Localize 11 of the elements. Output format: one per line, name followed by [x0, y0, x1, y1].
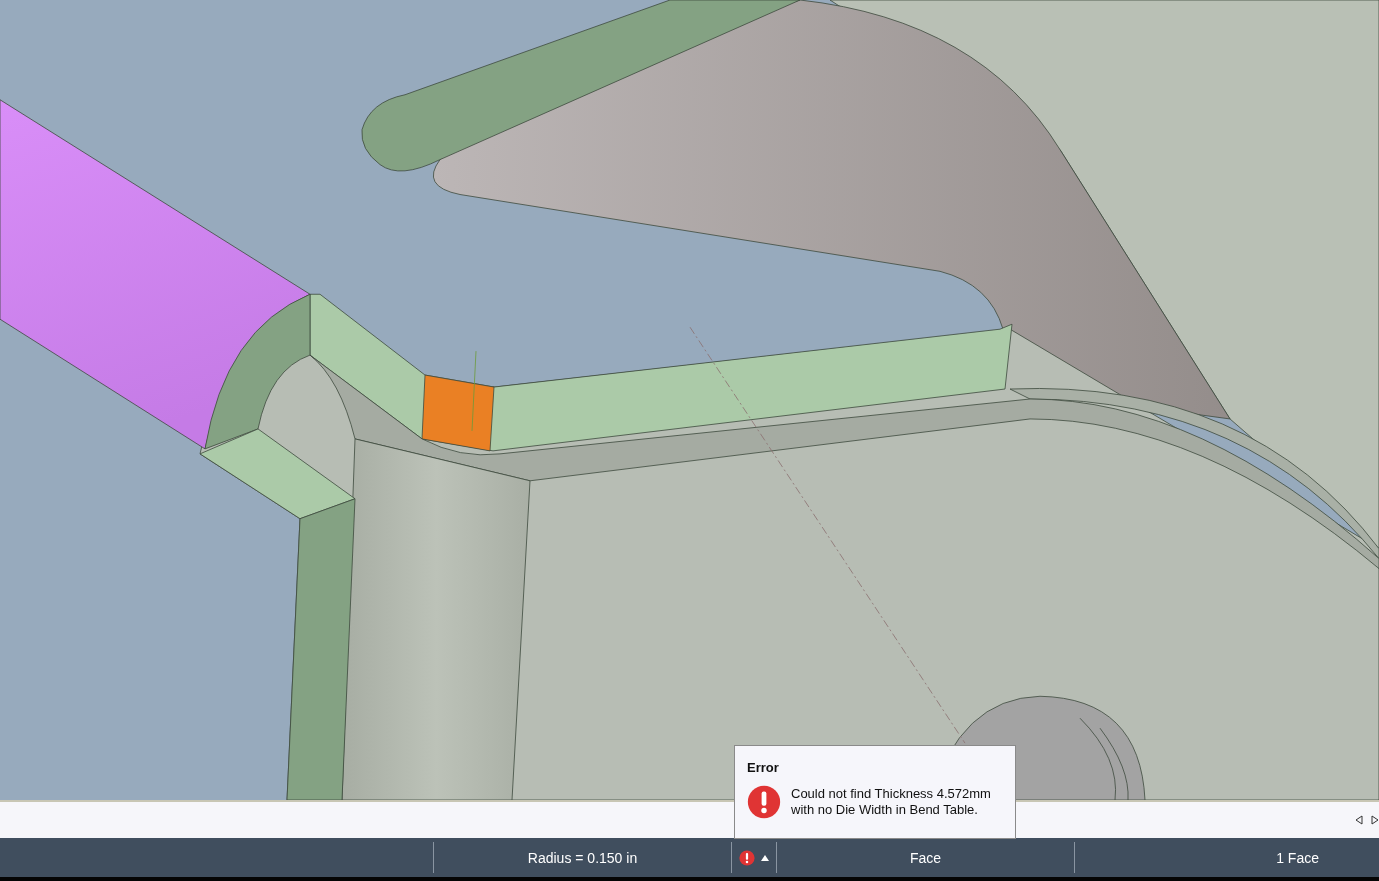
error-icon	[739, 849, 755, 866]
selected-bend-face[interactable]	[421, 374, 495, 452]
status-text: Face	[909, 849, 942, 866]
selection-count: 1 Face	[1276, 849, 1319, 866]
scroll-right-icon[interactable]	[1371, 815, 1379, 825]
tooltip-title: Error	[747, 760, 780, 775]
error-message: Could not find Thickness 4.572mm with no Die Width in Bend Table.	[791, 786, 992, 818]
status-text: Radius = 0.150 in	[527, 849, 638, 866]
caret-icon[interactable]	[761, 854, 769, 861]
error-icon	[747, 785, 781, 819]
scroll-left-icon[interactable]	[1355, 815, 1363, 825]
